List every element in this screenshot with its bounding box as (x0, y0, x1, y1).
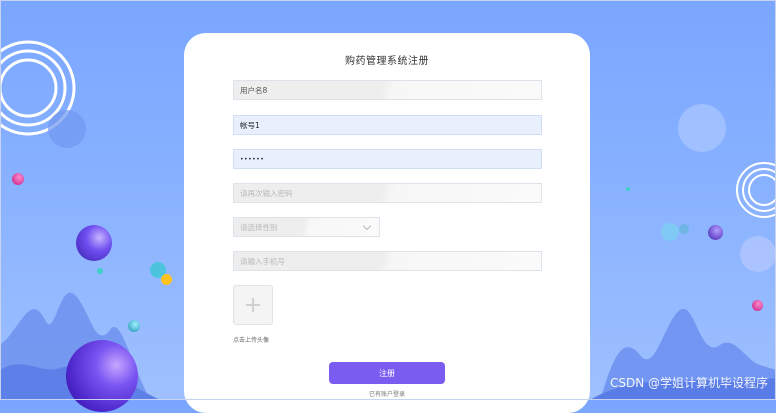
chevron-down-icon (362, 221, 372, 230)
page-title: 购药管理系统注册 (345, 56, 429, 67)
blob-decoration (48, 110, 86, 148)
password-input[interactable]: •••••• (233, 149, 542, 169)
phone-input[interactable]: 请输入手机号 (233, 251, 542, 271)
username-input[interactable]: 用户名8 (233, 80, 542, 100)
register-button[interactable]: 注册 (329, 362, 445, 384)
password-mask: •••••• (240, 155, 265, 163)
account-value: 帐号1 (240, 120, 260, 130)
blob-decoration (661, 223, 679, 241)
gender-placeholder: 请选择性别 (240, 222, 278, 232)
sphere-decoration (66, 340, 138, 412)
blob-decoration (678, 104, 726, 152)
confirm-password-input[interactable]: 请再次输入密码 (233, 183, 542, 203)
avatar-upload-label: 点击上传头像 (233, 337, 270, 344)
login-link[interactable]: 已有账户登录 (184, 389, 590, 398)
account-input[interactable]: 帐号1 (233, 115, 542, 135)
sphere-decoration (708, 225, 723, 240)
sphere-decoration (76, 225, 112, 261)
plus-icon (246, 298, 260, 312)
phone-placeholder: 请输入手机号 (240, 256, 285, 266)
sphere-decoration (97, 268, 103, 274)
watermark: CSDN @学姐计算机毕设程序 (609, 376, 768, 390)
sphere-decoration (128, 320, 140, 332)
confirm-password-placeholder: 请再次输入密码 (240, 188, 293, 198)
sphere-decoration (626, 187, 630, 191)
sphere-decoration (161, 274, 172, 285)
gender-select[interactable]: 请选择性别 (233, 217, 380, 237)
username-value: 用户名8 (240, 85, 268, 95)
sphere-decoration (12, 173, 24, 185)
avatar-upload-button[interactable] (233, 285, 273, 325)
blob-decoration (679, 224, 689, 234)
register-card: 购药管理系统注册 用户名8 帐号1 •••••• 请再次输入密码 请选择性别 请… (184, 33, 590, 413)
sphere-decoration (752, 300, 763, 311)
rings-decoration-right (734, 160, 776, 220)
